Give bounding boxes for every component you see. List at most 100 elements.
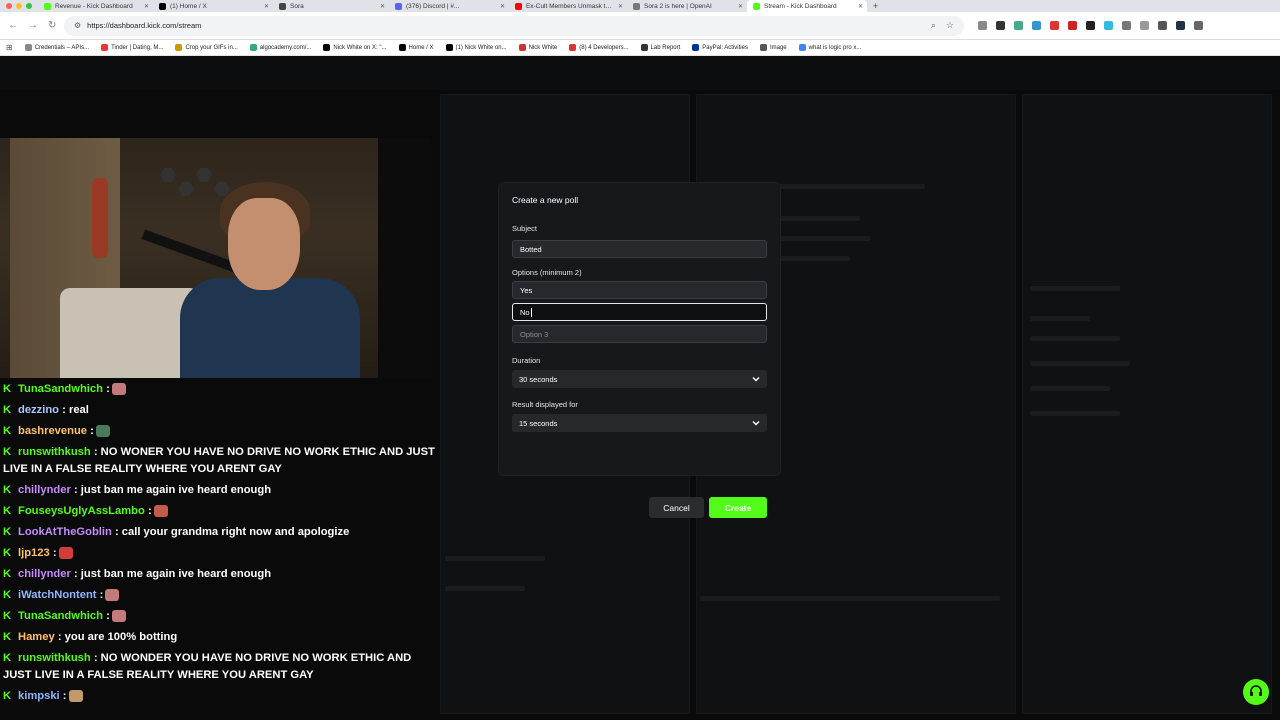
window-controls[interactable] bbox=[0, 3, 38, 9]
bookmark-label: algocademy.com/... bbox=[259, 44, 312, 51]
option-2-input[interactable]: No bbox=[512, 303, 767, 321]
chat-username[interactable]: chillynder bbox=[18, 568, 71, 580]
apps-grid-icon[interactable]: ⊞ bbox=[6, 43, 13, 52]
cancel-button[interactable]: Cancel bbox=[649, 497, 704, 518]
bookmark-item[interactable]: Credentials – APIs... bbox=[24, 44, 89, 51]
bookmark-item[interactable]: Tinder | Dating, M... bbox=[101, 44, 163, 51]
subject-input[interactable]: Botted bbox=[512, 240, 767, 258]
chat-username[interactable]: TunaSandwhich bbox=[18, 383, 103, 395]
reload-icon[interactable]: ↻ bbox=[48, 20, 56, 31]
chat-username[interactable]: ljp123 bbox=[18, 547, 50, 559]
option-3-input[interactable]: Option 3 bbox=[512, 325, 767, 343]
back-arrow-icon[interactable]: ← bbox=[8, 20, 18, 31]
bookmark-label: what is logic pro x... bbox=[808, 44, 862, 51]
emote-icon bbox=[111, 610, 126, 623]
bookmark-item[interactable]: Nick White bbox=[518, 44, 558, 51]
option-2-value: No bbox=[520, 307, 530, 317]
duration-select[interactable]: 30 seconds bbox=[512, 370, 767, 388]
bookmark-favicon-icon bbox=[445, 44, 453, 51]
chat-message-text: : just ban me again ive heard enough bbox=[73, 484, 272, 496]
tab-favicon-icon bbox=[395, 2, 402, 10]
bookmark-item[interactable]: Image bbox=[759, 44, 787, 51]
chat-message-text: : call your grandma right now and apolog… bbox=[114, 526, 350, 538]
browser-tab[interactable]: (376) Discord | #... ✕ bbox=[389, 0, 509, 12]
bookmark-label: Nick White bbox=[528, 44, 558, 51]
more-options-icon[interactable] bbox=[1194, 21, 1203, 30]
bookmark-item[interactable]: Home / X bbox=[398, 44, 434, 51]
profile-avatar[interactable] bbox=[1176, 21, 1185, 30]
bookmark-favicon-icon bbox=[249, 44, 257, 51]
help-chat-button[interactable] bbox=[1243, 679, 1269, 705]
dim-text bbox=[1030, 386, 1110, 391]
chat-username[interactable]: TunaSandwhich bbox=[18, 610, 103, 622]
bookmark-item[interactable]: Crop your GIFs in... bbox=[175, 44, 238, 51]
minimize-window-icon[interactable] bbox=[16, 3, 22, 9]
extension-icon[interactable] bbox=[1032, 21, 1041, 30]
close-window-icon[interactable] bbox=[6, 3, 12, 9]
chat-message: K Hamey : you are 100% botting bbox=[3, 629, 177, 646]
browser-tab[interactable]: Stream - Kick Dashboard ✕ bbox=[747, 0, 867, 12]
tab-close-icon[interactable]: ✕ bbox=[264, 3, 269, 10]
site-info-icon[interactable]: ⚙ bbox=[74, 21, 81, 30]
browser-tab[interactable]: Ex-Cult Members Unmask th... ✕ bbox=[509, 0, 627, 12]
chat-username[interactable]: iWatchNontent bbox=[18, 589, 97, 601]
browser-tab[interactable]: Revenue - Kick Dashboard ✕ bbox=[38, 0, 153, 12]
extension-icon[interactable] bbox=[1014, 21, 1023, 30]
bookmark-favicon-icon bbox=[323, 44, 331, 51]
browser-tab[interactable]: Sora 2 is here | OpenAI ✕ bbox=[627, 0, 747, 12]
zoom-icon[interactable]: ⌕ bbox=[931, 20, 936, 31]
create-button[interactable]: Create bbox=[709, 497, 767, 518]
extension-icon[interactable] bbox=[978, 21, 987, 30]
extension-icon[interactable] bbox=[1104, 21, 1113, 30]
chat-message-text: : real bbox=[62, 404, 89, 416]
browser-tab[interactable]: (1) Home / X ✕ bbox=[153, 0, 273, 12]
kick-badge-icon: K bbox=[3, 484, 12, 496]
sidebar-icon[interactable] bbox=[1140, 21, 1149, 30]
chat-username[interactable]: runswithkush bbox=[18, 652, 91, 664]
chat-username[interactable]: dezzino bbox=[18, 404, 59, 416]
bookmark-favicon-icon bbox=[640, 44, 648, 51]
chat-message: LIVE IN A FALSE REALITY WHERE YOU ARENT … bbox=[3, 461, 282, 478]
tab-close-icon[interactable]: ✕ bbox=[858, 3, 863, 10]
maximize-window-icon[interactable] bbox=[26, 3, 32, 9]
puzzle-icon[interactable] bbox=[1122, 21, 1131, 30]
tab-close-icon[interactable]: ✕ bbox=[380, 3, 385, 10]
browser-tab[interactable]: Sora ✕ bbox=[273, 0, 389, 12]
kick-badge-icon: K bbox=[3, 547, 12, 559]
extension-icon[interactable] bbox=[1050, 21, 1059, 30]
bookmark-item[interactable]: PayPal: Activities bbox=[692, 44, 748, 51]
extension-icon[interactable] bbox=[996, 21, 1005, 30]
bookmark-star-icon[interactable]: ☆ bbox=[946, 20, 954, 31]
tab-close-icon[interactable]: ✕ bbox=[738, 3, 743, 10]
extension-icon[interactable] bbox=[1086, 21, 1095, 30]
bookmark-item[interactable]: what is logic pro x... bbox=[798, 44, 862, 51]
extension-icon[interactable] bbox=[1068, 21, 1077, 30]
tab-title: Ex-Cult Members Unmask th... bbox=[526, 2, 612, 10]
bookmark-item[interactable]: Nick White on X: "... bbox=[323, 44, 387, 51]
bookmark-favicon-icon bbox=[518, 44, 526, 51]
new-tab-button[interactable]: + bbox=[867, 1, 878, 11]
chat-username[interactable]: bashrevenue bbox=[18, 425, 87, 437]
text-caret bbox=[530, 307, 532, 317]
forward-arrow-icon[interactable]: → bbox=[28, 20, 38, 31]
bookmark-item[interactable]: (1) Nick White on... bbox=[445, 44, 507, 51]
chat-message-text: : just ban me again ive heard enough bbox=[73, 568, 272, 580]
url-field[interactable]: ⚙ https://dashboard.kick.com/stream ⌕ ☆ bbox=[64, 15, 964, 36]
option-1-input[interactable]: Yes bbox=[512, 281, 767, 299]
bookmark-item[interactable]: Lab Report bbox=[640, 44, 680, 51]
chat-username[interactable]: runswithkush bbox=[18, 446, 91, 458]
tab-close-icon[interactable]: ✕ bbox=[618, 3, 623, 10]
bookmark-item[interactable]: (8) 4 Developers... bbox=[569, 44, 629, 51]
bookmark-item[interactable]: algocademy.com/... bbox=[249, 44, 312, 51]
menu-icon[interactable] bbox=[1158, 21, 1167, 30]
result-duration-select[interactable]: 15 seconds bbox=[512, 414, 767, 432]
chat-username[interactable]: chillynder bbox=[18, 484, 71, 496]
tab-close-icon[interactable]: ✕ bbox=[144, 3, 149, 10]
chat-username[interactable]: Hamey bbox=[18, 631, 55, 643]
chat-username[interactable]: FouseysUglyAssLambo bbox=[18, 505, 145, 517]
chat-username[interactable]: kimpski bbox=[18, 690, 60, 702]
tab-title: Revenue - Kick Dashboard bbox=[55, 2, 133, 10]
chat-username[interactable]: LookAtTheGoblin bbox=[18, 526, 112, 538]
tab-close-icon[interactable]: ✕ bbox=[500, 3, 505, 10]
browser-tab-bar: Revenue - Kick Dashboard ✕ (1) Home / X ✕ So… bbox=[0, 0, 1280, 12]
